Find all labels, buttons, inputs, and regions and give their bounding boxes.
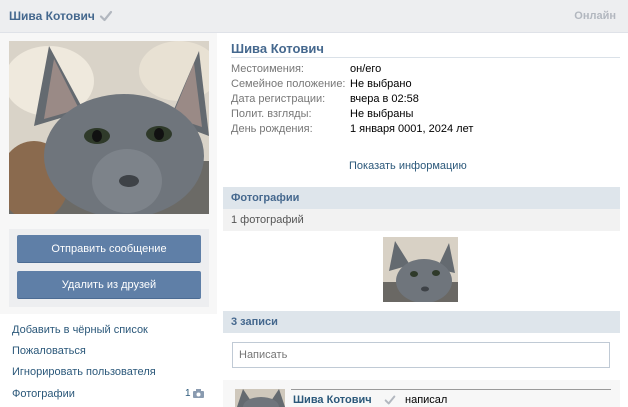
info-value: вчера в 02:58 <box>350 93 419 105</box>
report-link[interactable]: Пожаловаться <box>12 345 86 357</box>
remove-friend-button[interactable]: Удалить из друзей <box>17 271 201 299</box>
info-value: 1 января 0001, 2024 лет <box>350 123 474 135</box>
wall-composer[interactable] <box>232 342 610 368</box>
wall-post-input[interactable] <box>233 343 609 367</box>
photos-count-text: 1 фотографий <box>231 214 304 226</box>
post-author-avatar[interactable] <box>235 389 285 407</box>
camera-icon <box>193 389 204 401</box>
profile-avatar[interactable] <box>9 41 209 214</box>
photos-count-bar: 1 фотографий <box>223 209 620 231</box>
show-info-link[interactable]: Показать информацию <box>349 160 467 172</box>
photos-section-header[interactable]: Фотографии <box>223 187 620 209</box>
name-divider <box>231 57 620 58</box>
send-message-button[interactable]: Отправить сообщение <box>17 235 201 263</box>
info-label: Полит. взгляды: <box>231 108 312 120</box>
profile-name: Шива Котович <box>231 41 324 56</box>
info-label: Дата регистрации: <box>231 93 326 105</box>
photos-link[interactable]: Фотографии <box>12 388 75 400</box>
post-author-name[interactable]: Шива Котович <box>293 394 372 406</box>
profile-header-bar: Шива Котович Онлайн <box>0 0 628 33</box>
blacklist-link[interactable]: Добавить в чёрный список <box>12 324 148 336</box>
info-value: Не выбраны <box>350 108 414 120</box>
info-value: Не выбрано <box>350 78 412 90</box>
info-label: Местоимения: <box>231 63 304 75</box>
wall-section-title: 3 записи <box>231 316 278 328</box>
profile-actions: Отправить сообщение Удалить из друзей <box>9 229 209 307</box>
verified-check-icon <box>98 8 114 27</box>
wall-section-header[interactable]: 3 записи <box>223 311 620 333</box>
wall-post: Шива Котович написал <box>223 380 620 407</box>
info-label: День рождения: <box>231 123 313 135</box>
info-value: он/его <box>350 63 382 75</box>
header-user-name[interactable]: Шива Котович <box>9 9 95 23</box>
post-action-text: написал <box>405 394 448 406</box>
left-column: Отправить сообщение Удалить из друзей До… <box>0 33 217 407</box>
verified-check-icon <box>383 393 397 407</box>
post-divider <box>291 389 611 390</box>
photo-thumbnail[interactable] <box>383 237 458 302</box>
ignore-user-link[interactable]: Игнорировать пользователя <box>12 366 156 378</box>
info-label: Семейное положение: <box>231 78 346 90</box>
profile-links: Добавить в чёрный список Пожаловаться Иг… <box>0 314 217 407</box>
photos-count: 1 <box>185 388 191 399</box>
photos-section-title: Фотографии <box>231 192 300 204</box>
online-status: Онлайн <box>574 10 616 22</box>
